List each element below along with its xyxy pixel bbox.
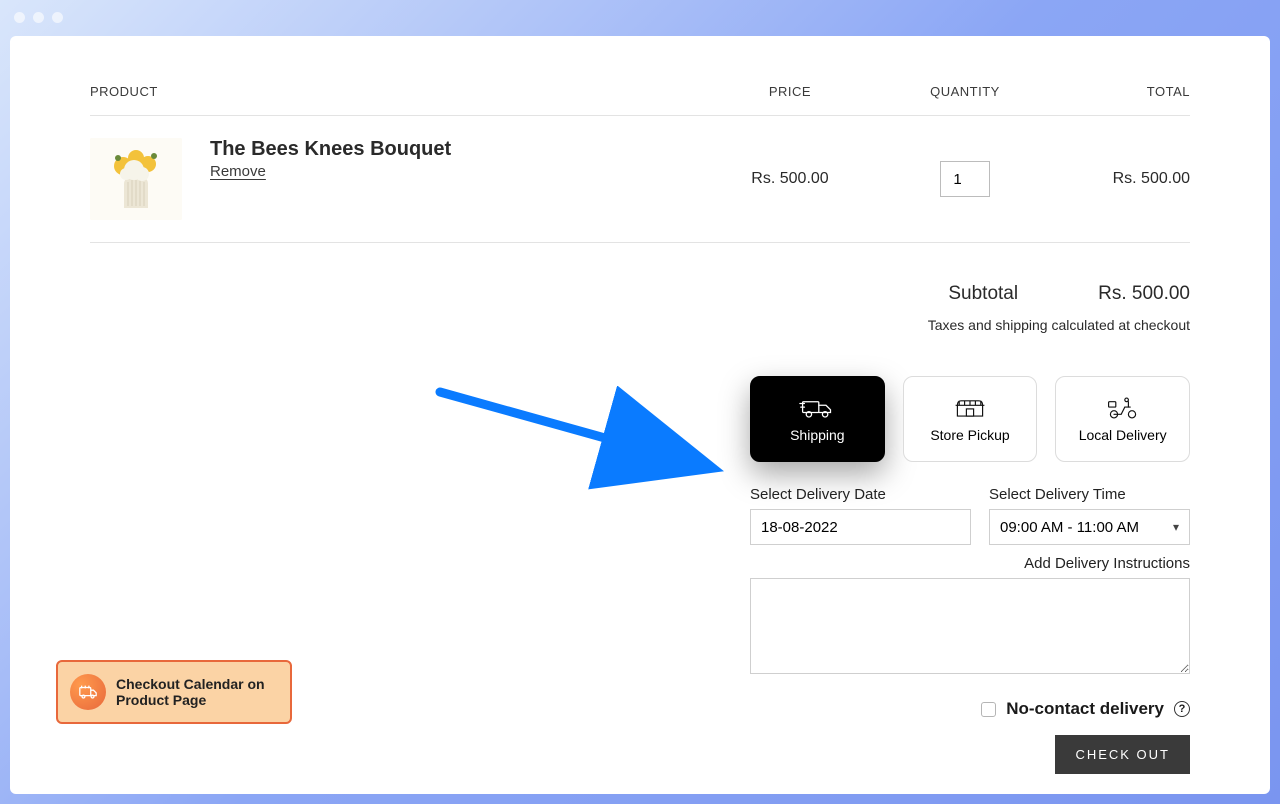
remove-link[interactable]: Remove — [210, 163, 266, 180]
delivery-date-label: Select Delivery Date — [750, 486, 971, 503]
product-cell: The Bees Knees Bouquet Remove — [90, 138, 700, 220]
delivery-time-select[interactable]: 09:00 AM - 11:00 AM ▾ — [989, 509, 1190, 545]
product-title: The Bees Knees Bouquet — [210, 138, 451, 161]
header-price: PRICE — [700, 84, 880, 99]
product-thumbnail — [90, 138, 182, 220]
cart-line-item: The Bees Knees Bouquet Remove Rs. 500.00… — [90, 116, 1190, 243]
line-total: Rs. 500.00 — [1050, 170, 1190, 188]
checkout-button[interactable]: CHECK OUT — [1055, 735, 1190, 774]
subtotal-value: Rs. 500.00 — [1098, 283, 1190, 305]
scooter-icon — [1105, 395, 1141, 421]
method-store-pickup[interactable]: Store Pickup — [903, 376, 1038, 462]
no-contact-label: No-contact delivery — [1006, 699, 1164, 719]
chevron-down-icon: ▾ — [1173, 520, 1179, 534]
truck-icon — [799, 395, 835, 421]
delivery-instructions-textarea[interactable] — [750, 578, 1190, 674]
header-quantity: QUANTITY — [880, 84, 1050, 99]
minimize-window-dot[interactable] — [33, 12, 44, 23]
delivery-date-input[interactable] — [750, 509, 971, 545]
annotation-arrow — [430, 386, 730, 506]
cart-page: PRODUCT PRICE QUANTITY TOTAL — [10, 36, 1270, 794]
method-shipping-label: Shipping — [790, 427, 845, 443]
header-product: PRODUCT — [90, 84, 700, 99]
feature-callout: Checkout Calendar on Product Page — [56, 660, 292, 724]
delivery-time-label: Select Delivery Time — [989, 486, 1190, 503]
header-total: TOTAL — [1050, 84, 1190, 99]
store-icon — [952, 395, 988, 421]
delivery-options-panel: Shipping Store Pickup — [750, 376, 1190, 774]
delivery-method-row: Shipping Store Pickup — [750, 376, 1190, 462]
help-icon[interactable]: ? — [1174, 701, 1190, 717]
quantity-stepper[interactable] — [940, 161, 990, 197]
method-local-delivery-label: Local Delivery — [1079, 427, 1167, 443]
no-contact-checkbox[interactable] — [981, 702, 996, 717]
browser-frame: PRODUCT PRICE QUANTITY TOTAL — [0, 0, 1280, 804]
delivery-time-value: 09:00 AM - 11:00 AM — [1000, 519, 1139, 536]
cart-summary: Subtotal Rs. 500.00 Taxes and shipping c… — [90, 283, 1190, 333]
instructions-label: Add Delivery Instructions — [750, 555, 1190, 572]
close-window-dot[interactable] — [14, 12, 25, 23]
maximize-window-dot[interactable] — [52, 12, 63, 23]
subtotal-label: Subtotal — [948, 283, 1018, 305]
method-shipping[interactable]: Shipping — [750, 376, 885, 462]
calendar-truck-icon — [70, 674, 106, 710]
method-local-delivery[interactable]: Local Delivery — [1055, 376, 1190, 462]
callout-text: Checkout Calendar on Product Page — [116, 676, 278, 708]
cart-table-header: PRODUCT PRICE QUANTITY TOTAL — [90, 84, 1190, 116]
window-controls — [14, 12, 63, 23]
method-store-pickup-label: Store Pickup — [930, 427, 1009, 443]
unit-price: Rs. 500.00 — [700, 170, 880, 188]
tax-shipping-note: Taxes and shipping calculated at checkou… — [90, 317, 1190, 333]
